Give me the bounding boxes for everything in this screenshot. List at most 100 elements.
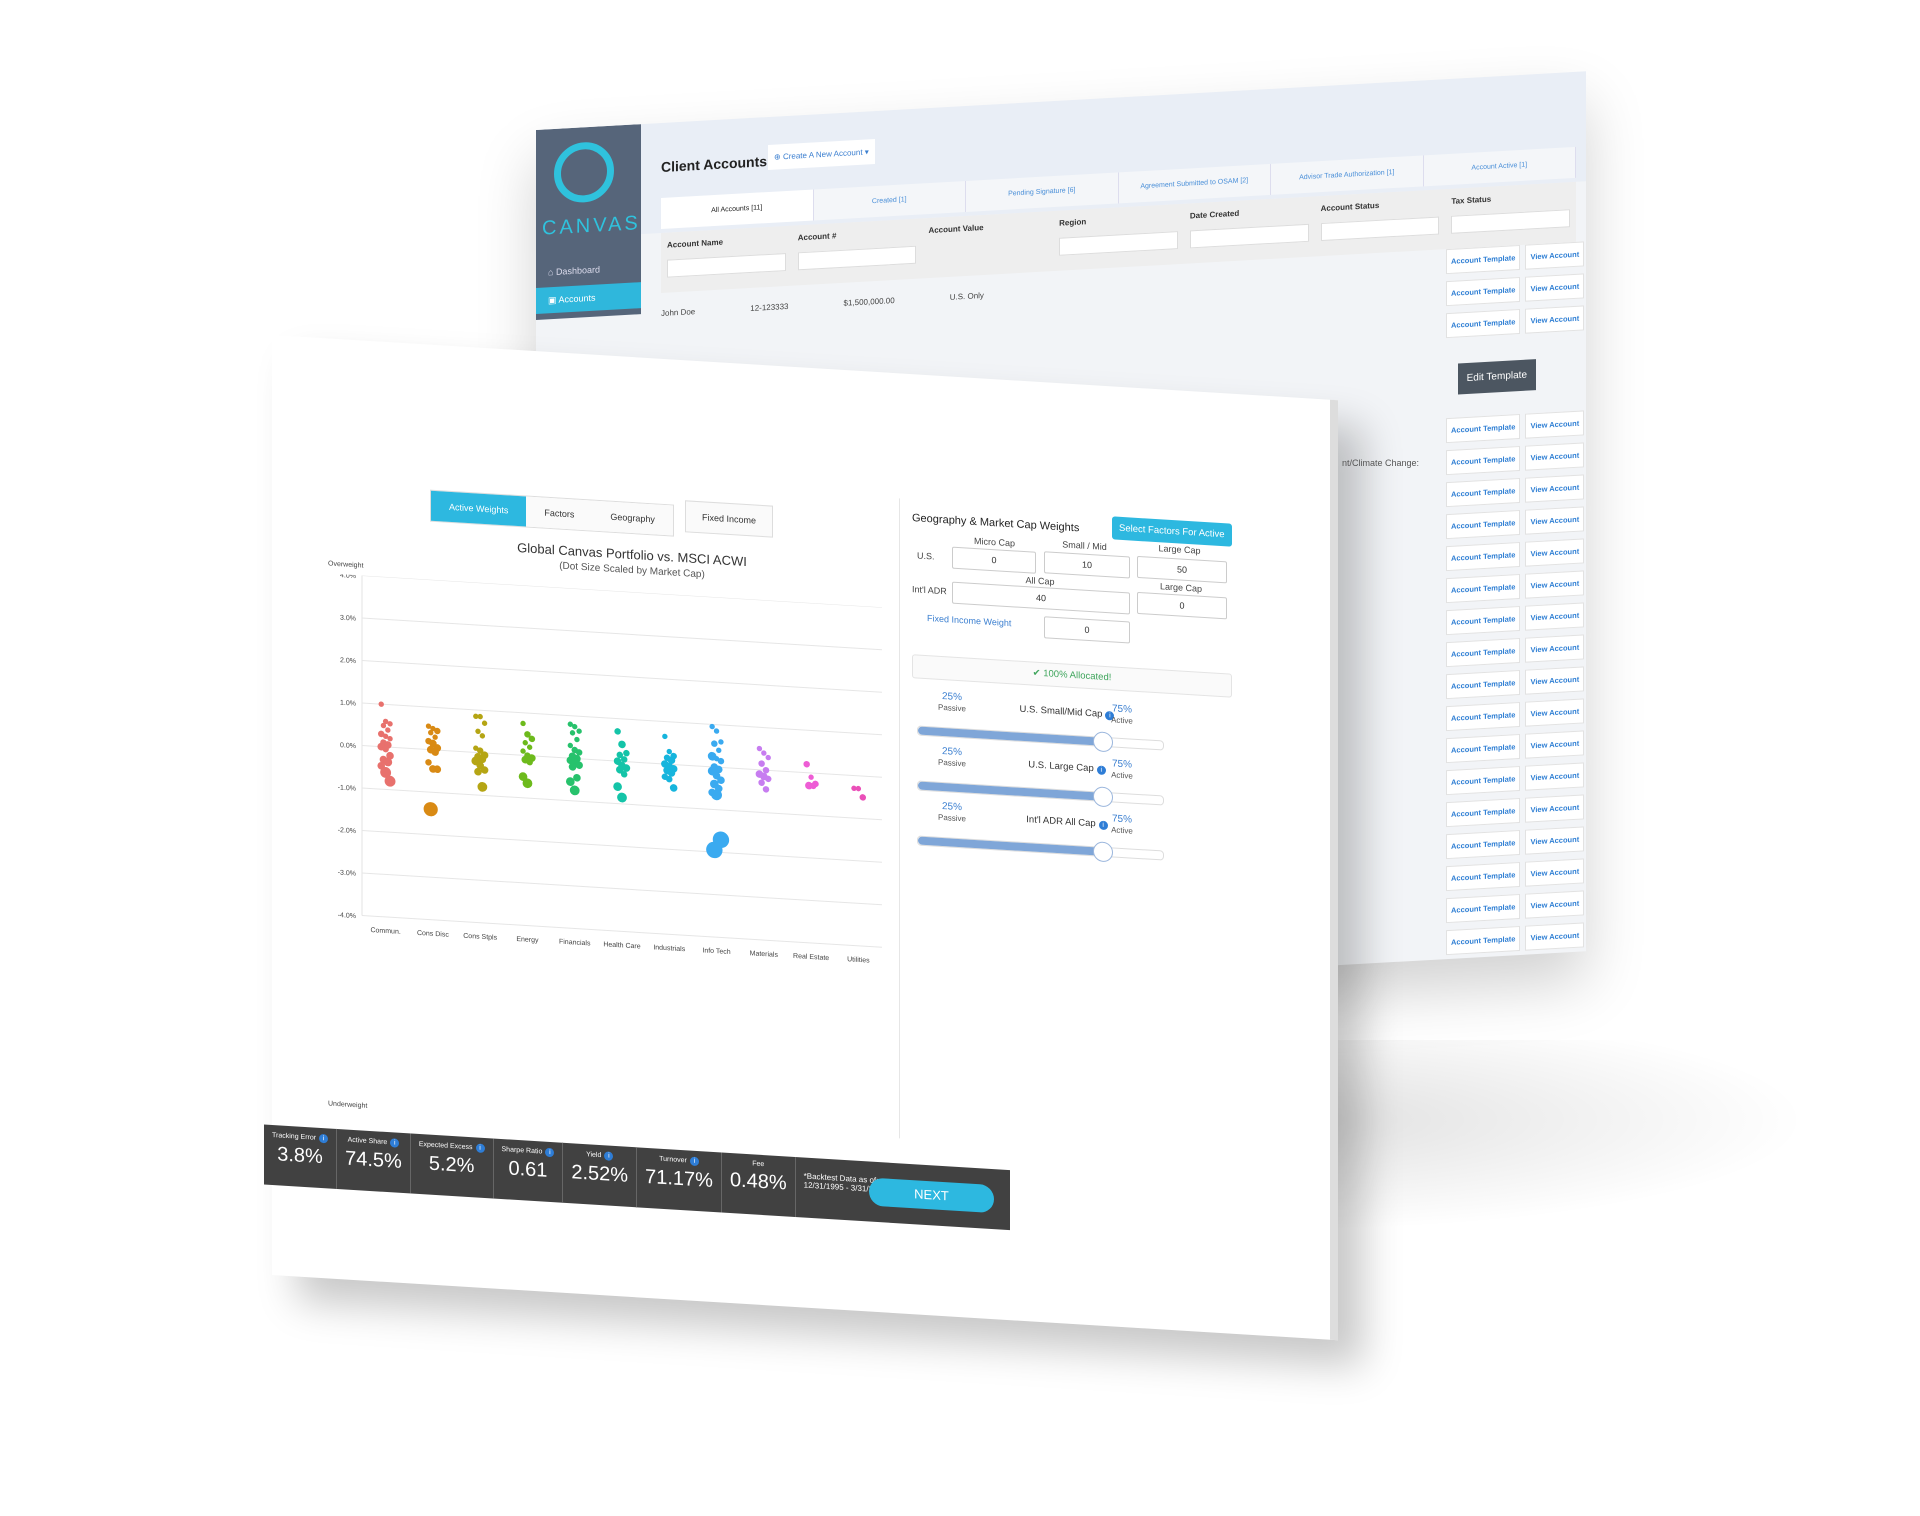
info-icon[interactable]: i xyxy=(604,1151,614,1161)
column-date-created[interactable]: Date Created xyxy=(1184,196,1315,263)
info-icon[interactable]: i xyxy=(475,1143,485,1153)
action-row: Account Template View Account xyxy=(1446,794,1585,828)
column-account-value[interactable]: Account Value xyxy=(922,211,1053,278)
stat-yield: Yield i 2.52% xyxy=(563,1142,638,1208)
view-account-button[interactable]: View Account xyxy=(1525,570,1585,599)
account-template-button[interactable]: Account Template xyxy=(1446,308,1521,339)
account-template-button[interactable]: Account Template xyxy=(1446,669,1521,700)
slider-track[interactable] xyxy=(917,835,1164,863)
action-row: Account Template View Account xyxy=(1446,890,1585,924)
account-template-button[interactable]: Account Template xyxy=(1446,445,1521,476)
account-template-button[interactable]: Account Template xyxy=(1446,733,1521,764)
data-point-energy xyxy=(526,744,533,750)
view-account-button[interactable]: View Account xyxy=(1525,305,1585,334)
view-account-button[interactable]: View Account xyxy=(1525,666,1585,695)
stat-value: 0.48% xyxy=(729,1169,787,1195)
account-template-button[interactable]: Account Template xyxy=(1446,701,1521,732)
view-account-button[interactable]: View Account xyxy=(1525,826,1585,855)
view-account-button[interactable]: View Account xyxy=(1525,538,1585,567)
gridline xyxy=(362,872,882,906)
data-point-industrials xyxy=(669,784,678,792)
intl-large-cap-input[interactable]: 0 xyxy=(1137,591,1227,620)
info-icon[interactable]: i xyxy=(319,1133,329,1144)
view-account-button[interactable]: View Account xyxy=(1525,273,1585,302)
account-template-button[interactable]: Account Template xyxy=(1446,509,1521,540)
x-tick-label: Info Tech xyxy=(702,947,730,956)
us-micro-cap-input[interactable]: 0 xyxy=(952,546,1036,574)
view-account-button[interactable]: View Account xyxy=(1525,762,1585,791)
column-account-name[interactable]: Account Name xyxy=(661,226,792,293)
view-account-button[interactable]: View Account xyxy=(1525,442,1585,471)
data-point-materials xyxy=(765,754,771,761)
data-point-commun- xyxy=(387,736,393,742)
us-small-mid-input[interactable]: 10 xyxy=(1044,551,1130,579)
column-label: Account # xyxy=(797,231,837,243)
view-account-button[interactable]: View Account xyxy=(1525,410,1585,439)
view-account-button[interactable]: View Account xyxy=(1525,890,1585,919)
view-account-button[interactable]: View Account xyxy=(1525,730,1585,759)
column-tax-status[interactable]: Tax Status xyxy=(1445,182,1576,249)
slider-thumb[interactable] xyxy=(1092,731,1113,753)
account-template-button[interactable]: Account Template xyxy=(1446,541,1521,572)
filter-input[interactable] xyxy=(1320,216,1440,242)
view-account-button[interactable]: View Account xyxy=(1525,506,1585,535)
account-template-button[interactable]: Account Template xyxy=(1446,573,1521,604)
slider-thumb[interactable] xyxy=(1092,786,1113,808)
account-template-button[interactable]: Account Template xyxy=(1446,276,1521,307)
account-template-button[interactable]: Account Template xyxy=(1446,477,1521,508)
view-account-button[interactable]: View Account xyxy=(1525,241,1585,270)
tab-factors[interactable]: Factors xyxy=(526,496,593,531)
us-large-cap-input[interactable]: 50 xyxy=(1137,555,1227,584)
view-account-button[interactable]: View Account xyxy=(1525,922,1585,951)
account-template-button[interactable]: Account Template xyxy=(1446,765,1521,796)
view-account-button[interactable]: View Account xyxy=(1525,698,1585,727)
account-template-button[interactable]: Account Template xyxy=(1446,605,1521,636)
x-tick-label: Utilities xyxy=(847,956,870,964)
info-icon[interactable]: i xyxy=(390,1138,400,1148)
account-template-button[interactable]: Account Template xyxy=(1446,413,1521,444)
filter-input[interactable] xyxy=(667,253,786,278)
account-template-button[interactable]: Account Template xyxy=(1446,829,1521,860)
view-account-button[interactable]: View Account xyxy=(1525,634,1585,663)
stat-value: 5.2% xyxy=(428,1152,475,1178)
action-row: Account Template View Account xyxy=(1446,666,1585,700)
data-point-health-care xyxy=(614,728,621,735)
account-template-button[interactable]: Account Template xyxy=(1446,861,1521,892)
sidebar-item-dashboard[interactable]: ⌂ Dashboard xyxy=(536,254,641,286)
account-template-button[interactable]: Account Template xyxy=(1446,925,1521,956)
data-point-health-care xyxy=(618,740,626,749)
column-account-status[interactable]: Account Status xyxy=(1315,189,1446,256)
info-icon[interactable]: i xyxy=(689,1156,699,1167)
view-account-button[interactable]: View Account xyxy=(1525,602,1585,631)
slider-thumb[interactable] xyxy=(1092,841,1113,863)
tab-active-weights[interactable]: Active Weights xyxy=(431,490,527,527)
filter-input[interactable] xyxy=(797,245,917,271)
filter-input[interactable] xyxy=(1451,209,1571,234)
tab-geography[interactable]: Geography xyxy=(592,500,673,536)
account-template-button[interactable]: Account Template xyxy=(1446,797,1521,828)
column-region[interactable]: Region xyxy=(1053,204,1184,271)
select-factors-button[interactable]: Select Factors For Active xyxy=(1112,516,1232,547)
column-account-number[interactable]: Account # xyxy=(792,218,923,285)
account-template-button[interactable]: Account Template xyxy=(1446,244,1521,275)
active-label: Active xyxy=(1111,715,1133,726)
sidebar-item-accounts[interactable]: ▣ Accounts xyxy=(536,282,641,314)
stat-fee: Fee 0.48% xyxy=(721,1152,796,1218)
fixed-income-weight-input[interactable]: 0 xyxy=(1044,616,1130,644)
info-icon[interactable]: i xyxy=(545,1147,555,1158)
view-account-button[interactable]: View Account xyxy=(1525,858,1585,887)
view-account-button[interactable]: View Account xyxy=(1525,794,1585,823)
action-row: Account Template View Account xyxy=(1446,538,1585,572)
stat-tracking-error: Tracking Error i 3.8% xyxy=(264,1124,338,1189)
stat-value: 3.8% xyxy=(277,1143,323,1169)
stat-sharpe-ratio: Sharpe Ratio i 0.61 xyxy=(493,1138,564,1203)
data-point-cons-disc xyxy=(423,802,438,817)
stat-value: 0.61 xyxy=(508,1157,548,1182)
account-template-button[interactable]: Account Template xyxy=(1446,893,1521,924)
filter-input[interactable] xyxy=(1189,223,1309,249)
account-template-button[interactable]: Account Template xyxy=(1446,637,1521,668)
edit-template-button[interactable]: Edit Template xyxy=(1457,359,1536,395)
tab-fixed-income[interactable]: Fixed Income xyxy=(685,500,774,538)
filter-input[interactable] xyxy=(1059,231,1178,256)
view-account-button[interactable]: View Account xyxy=(1525,474,1585,503)
